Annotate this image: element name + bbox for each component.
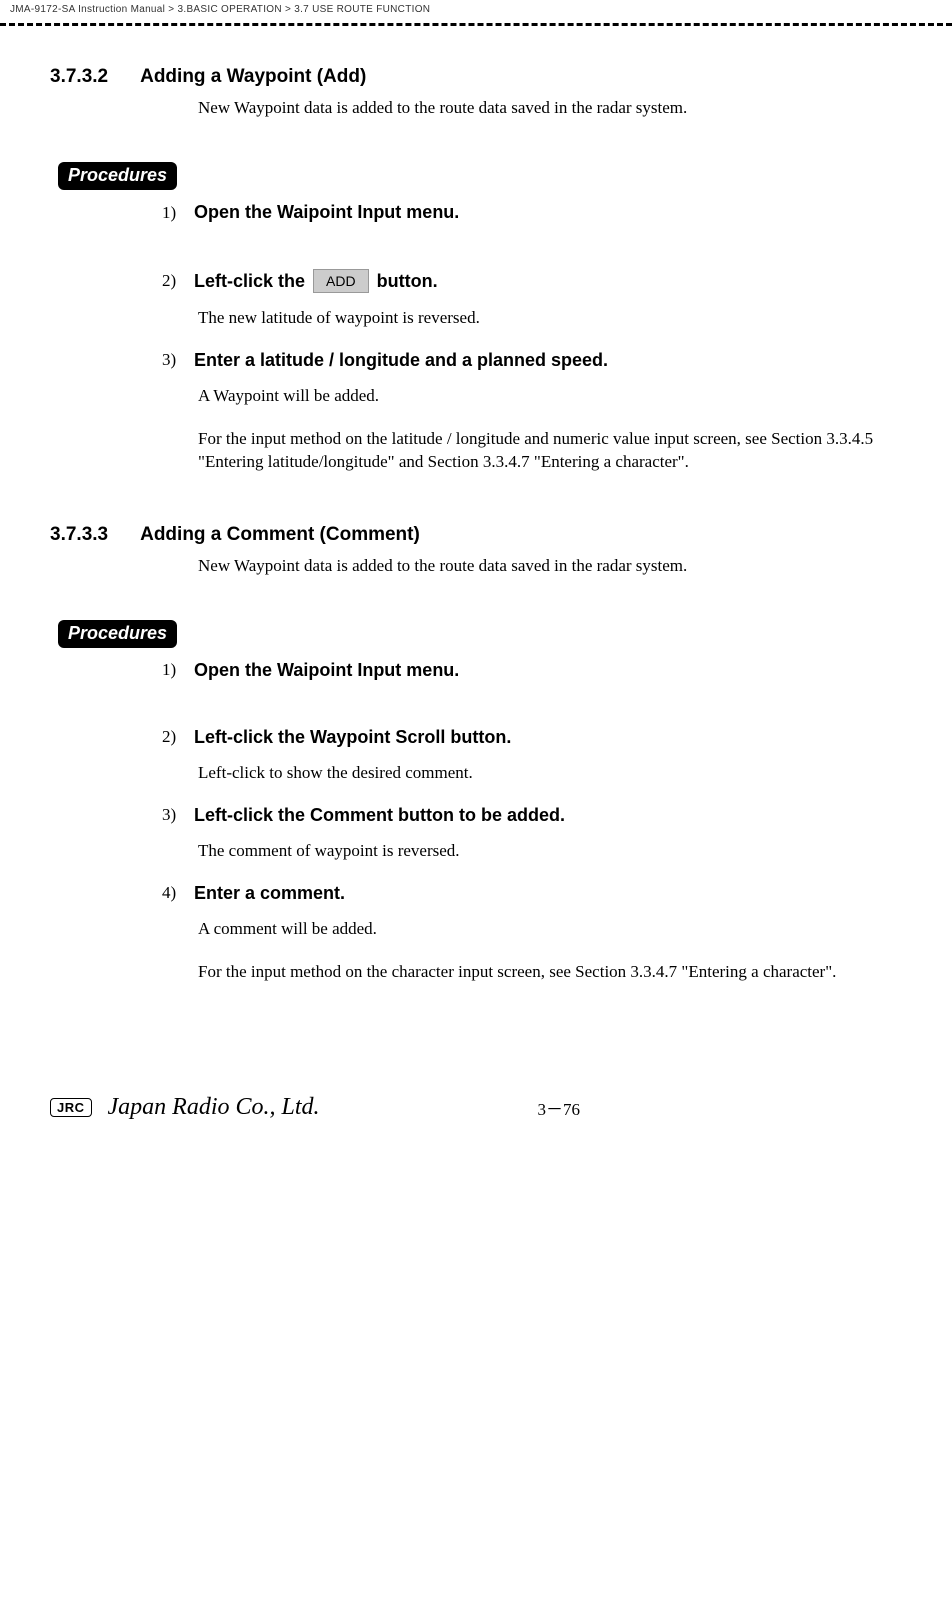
step-body: A Waypoint will be added. [198,385,902,408]
step-text-post: button. [377,271,438,292]
breadcrumb-sep: > [168,4,174,15]
step-row: 2) Left-click the ADD button. [162,269,902,293]
section-intro: New Waypoint data is added to the route … [198,98,902,118]
step-number: 1) [162,660,194,680]
step-row: 3) Left-click the Comment button to be a… [162,805,902,826]
step-row: 1) Open the Waipoint Input menu. [162,202,902,223]
section-heading: 3.7.3.3 Adding a Comment (Comment) [50,524,902,546]
step-text: Left-click the Comment button to be adde… [194,805,565,826]
breadcrumb-section: 3.7 USE ROUTE FUNCTION [294,4,430,15]
section-number: 3.7.3.2 [50,66,108,88]
step-number: 2) [162,271,194,291]
step-body: The new latitude of waypoint is reversed… [198,307,902,330]
step-row: 1) Open the Waipoint Input menu. [162,660,902,681]
section-heading: 3.7.3.2 Adding a Waypoint (Add) [50,66,902,88]
step-number: 3) [162,805,194,825]
step-number: 2) [162,727,194,747]
step-text: Enter a latitude / longitude and a plann… [194,350,608,371]
step-row: 4) Enter a comment. [162,883,902,904]
breadcrumb: JMA-9172-SA Instruction Manual > 3.BASIC… [0,0,952,19]
step-text: Open the Waipoint Input menu. [194,660,459,681]
step-row: 3) Enter a latitude / longitude and a pl… [162,350,902,371]
step-row: 2) Left-click the Waypoint Scroll button… [162,727,902,748]
divider-dashed [0,23,952,26]
step-number: 3) [162,350,194,370]
step-body: For the input method on the latitude / l… [198,428,902,474]
step-text: Enter a comment. [194,883,345,904]
step-body: For the input method on the character in… [198,961,902,984]
section-intro: New Waypoint data is added to the route … [198,556,902,576]
procedures-label: Procedures [58,620,177,648]
step-text-pre: Left-click the [194,271,305,292]
step-number: 4) [162,883,194,903]
section-number: 3.7.3.3 [50,524,108,546]
step-text: Open the Waipoint Input menu. [194,202,459,223]
add-button[interactable]: ADD [313,269,369,293]
step-body: A comment will be added. [198,918,902,941]
breadcrumb-chapter: 3.BASIC OPERATION [178,4,282,15]
procedures-label: Procedures [58,162,177,190]
step-body: Left-click to show the desired comment. [198,762,902,785]
footer: JRC Japan Radio Co., Ltd. 3－76 [0,1094,952,1141]
breadcrumb-sep: > [285,4,291,15]
section-title: Adding a Waypoint (Add) [140,66,366,88]
section-title: Adding a Comment (Comment) [140,524,420,546]
jrc-logo: JRC [50,1098,92,1117]
step-body: The comment of waypoint is reversed. [198,840,902,863]
step-text: Left-click the ADD button. [194,269,438,293]
breadcrumb-manual: JMA-9172-SA Instruction Manual [10,4,165,15]
page-number: 3－76 [216,1095,902,1120]
step-text: Left-click the Waypoint Scroll button. [194,727,511,748]
step-number: 1) [162,203,194,223]
